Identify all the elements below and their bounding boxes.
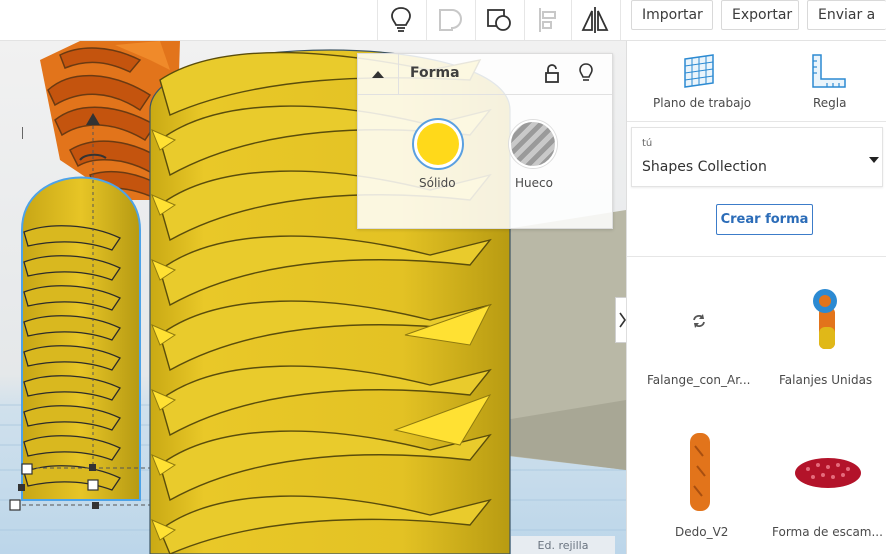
shape-tile-dedo[interactable]: Dedo_V2 [637,423,767,543]
shape-name: Forma de escam... [772,525,883,539]
right-sidebar: Plano de trabajo Regla tú Shapes Collect… [626,41,886,554]
solid-color-swatch [417,123,459,165]
shape-tile-falanjes[interactable]: Falanjes Unidas [767,271,886,391]
shape-name: Falange_con_Ar... [647,373,751,387]
send-to-button[interactable]: Enviar a [807,0,886,30]
library-name: Shapes Collection [642,159,767,175]
shape-tile-escamas[interactable]: Forma de escam... [767,423,886,543]
chevron-down-icon [869,157,879,163]
chevron-up-icon [372,71,384,78]
hole-option[interactable] [509,120,557,168]
mirror-icon[interactable] [571,0,617,40]
collapse-panel-button[interactable] [358,54,399,94]
group-icon[interactable] [475,0,521,40]
shape-name: Falanjes Unidas [779,373,873,387]
dedo-thumbnail [690,433,710,511]
loading-icon [693,314,705,328]
solid-option[interactable] [412,118,464,170]
library-select[interactable]: tú Shapes Collection [631,127,883,187]
hole-label: Hueco [515,176,553,190]
panel-divider [627,256,886,257]
shape-tile-falange[interactable]: Falange_con_Ar... [637,271,767,391]
shape-panel-header: Forma [358,54,612,95]
ruler-tool[interactable]: Regla [757,41,886,119]
lightbulb-icon[interactable] [377,0,423,40]
ruler-label: Regla [813,96,847,110]
panel-divider [627,121,886,122]
shape-panel: Forma Sólido Hueco [357,53,613,229]
workplane-label: Plano de trabajo [653,96,752,110]
lightbulb-icon[interactable] [578,62,594,88]
small-yellow-column [21,176,141,501]
tick-mark [22,127,23,139]
falanjes-thumbnail [813,289,837,349]
top-toolbar: Importar Exportar Enviar a [0,0,886,41]
ruler-icon [812,54,846,88]
scale-mesh-thumbnail [795,458,861,488]
toolbar-divider [620,0,621,40]
shape-name: Dedo_V2 [675,525,729,539]
workplane-tool[interactable]: Plano de trabajo [627,41,757,119]
solid-label: Sólido [419,176,456,190]
workplane-icon [684,54,714,88]
edit-grid-button[interactable]: Ed. rejilla [511,536,615,554]
align-icon[interactable] [524,0,570,40]
union-shape-icon[interactable] [426,0,472,40]
unlock-icon[interactable] [544,64,560,88]
create-shape-button[interactable]: Crear forma [716,204,813,235]
chevron-right-icon [618,312,626,328]
library-owner: tú [642,138,653,149]
import-button[interactable]: Importar [631,0,713,30]
shape-panel-title: Forma [410,65,460,81]
export-button[interactable]: Exportar [721,0,799,30]
